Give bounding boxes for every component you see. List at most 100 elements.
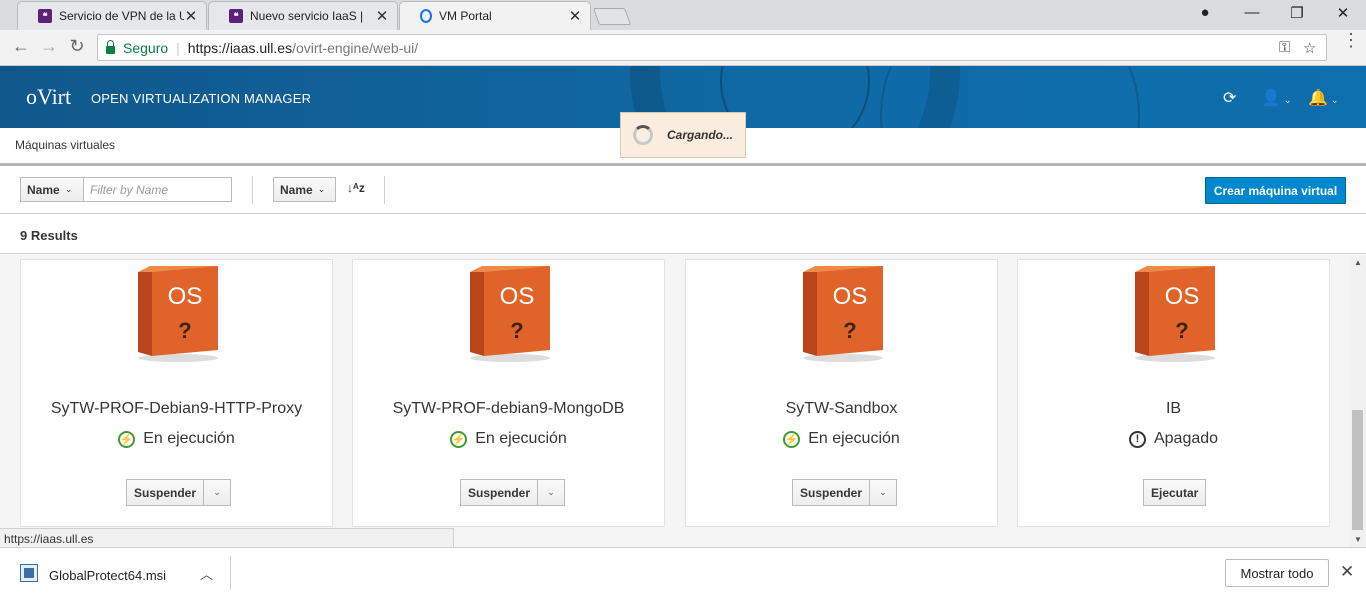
close-tab-icon[interactable]: ✕ <box>568 7 582 25</box>
url-separator: | <box>176 39 180 56</box>
vm-status-text: Apagado <box>1153 430 1219 447</box>
os-box-icon: OS ? <box>803 266 883 362</box>
os-box-icon: OS ? <box>470 266 550 362</box>
vm-status-text: En ejecución <box>475 430 567 447</box>
run-button[interactable]: Ejecutar <box>1143 479 1207 506</box>
scroll-up-icon[interactable]: ▲ <box>1354 258 1362 267</box>
spinner-icon <box>633 125 653 145</box>
vm-name[interactable]: SyTW-PROF-Debian9-HTTP-Proxy <box>21 400 332 418</box>
vm-card[interactable]: OS ? IB ! Apagado Ejecutar <box>1017 259 1330 527</box>
address-bar: ← → ↻ Seguro | https://iaas.ull.es /ovir… <box>0 30 1366 66</box>
suspend-button[interactable]: Suspender <box>461 480 539 505</box>
vm-status: ⚡ En ejecución <box>686 430 997 448</box>
secure-label: Seguro <box>123 39 169 56</box>
vm-status: ⚡ En ejecución <box>353 430 664 448</box>
minimize-icon[interactable]: — <box>1240 4 1264 21</box>
os-question-mark: ? <box>510 318 523 343</box>
chevron-down-icon[interactable]: ⌄ <box>538 480 564 505</box>
reload-icon[interactable]: ↻ <box>65 36 89 57</box>
os-question-mark: ? <box>1175 318 1188 343</box>
vm-status: ! Apagado <box>1018 430 1329 448</box>
browser-tab-iaas[interactable]: ❝ Nuevo servicio IaaS | ✕ <box>208 1 398 30</box>
os-question-mark: ? <box>178 318 191 343</box>
toolbar-separator <box>384 176 385 204</box>
profile-icon[interactable]: ● <box>1193 4 1217 21</box>
close-download-bar-icon[interactable]: ✕ <box>1340 562 1354 582</box>
download-bar: GlobalProtect64.msi ︿ Mostrar todo ✕ <box>0 547 1366 597</box>
refresh-icon[interactable]: ⟳ <box>1223 88 1236 108</box>
os-box-icon: OS ? <box>138 266 218 362</box>
chevron-down-icon: ⌄ <box>64 184 73 194</box>
os-box-icon: OS ? <box>1135 266 1215 362</box>
chevron-down-icon[interactable]: ⌄ <box>204 480 230 505</box>
user-menu-icon[interactable]: 👤 ⌄ <box>1261 88 1291 108</box>
toolbar: Name ⌄ Name ⌄ ↓ᴬz Crear máquina virtual <box>0 166 1366 214</box>
filter-field-label: Name <box>27 182 60 197</box>
back-icon[interactable]: ← <box>9 36 33 57</box>
browser-tab-strip: ❝ Servicio de VPN de la ULL ✕ ❝ Nuevo se… <box>0 0 1366 30</box>
browser-menu-icon[interactable]: ⋮ <box>1342 31 1360 49</box>
browser-tab-vm-portal[interactable]: VM Portal ✕ <box>399 1 591 30</box>
breadcrumb[interactable]: Máquinas virtuales <box>15 138 115 152</box>
browser-tab-vpn[interactable]: ❝ Servicio de VPN de la ULL ✕ <box>17 1 207 30</box>
tab-title: VM Portal <box>439 9 492 23</box>
vm-portal-favicon-icon <box>420 9 432 23</box>
lock-icon <box>106 39 115 54</box>
window-close-icon[interactable]: ✕ <box>1331 4 1355 22</box>
suspend-button[interactable]: Suspender <box>127 480 205 505</box>
msi-file-icon[interactable] <box>20 564 38 582</box>
vm-name[interactable]: SyTW-PROF-debian9-MongoDB <box>353 400 664 418</box>
loading-text: Cargando... <box>667 128 734 142</box>
scrollbar-thumb[interactable] <box>1352 410 1363 530</box>
os-label: OS <box>500 283 535 310</box>
suspend-split-button[interactable]: Suspender ⌄ <box>126 479 232 506</box>
new-tab-button[interactable] <box>592 8 632 25</box>
sort-field-label: Name <box>280 182 313 197</box>
restore-icon[interactable]: ❐ <box>1285 4 1309 22</box>
running-status-icon: ⚡ <box>118 430 136 448</box>
vm-status-text: En ejecución <box>808 430 900 447</box>
vm-card[interactable]: OS ? SyTW-Sandbox ⚡ En ejecución Suspend… <box>685 259 998 527</box>
os-question-mark: ? <box>843 318 856 343</box>
os-label: OS <box>1165 283 1200 310</box>
chevron-down-icon: ⌄ <box>317 184 326 194</box>
tab-title: Nuevo servicio IaaS | <box>250 9 364 23</box>
ovirt-logo[interactable]: oVirt <box>26 84 71 110</box>
notifications-icon[interactable]: 🔔 ⌄ <box>1308 88 1338 108</box>
close-tab-icon[interactable]: ✕ <box>375 7 389 25</box>
create-vm-button[interactable]: Crear máquina virtual <box>1205 177 1346 204</box>
suspend-split-button[interactable]: Suspender ⌄ <box>792 479 898 506</box>
filter-field-dropdown[interactable]: Name ⌄ <box>20 177 84 202</box>
app-title: OPEN VIRTUALIZATION MANAGER <box>91 91 312 106</box>
bookmark-star-icon[interactable]: ☆ <box>1303 39 1316 57</box>
ull-favicon-icon: ❝ <box>38 9 52 23</box>
filter-input[interactable] <box>83 177 232 202</box>
vm-status-text: En ejecución <box>143 430 235 447</box>
suspend-split-button[interactable]: Suspender ⌄ <box>460 479 566 506</box>
os-label: OS <box>168 283 203 310</box>
download-file-name[interactable]: GlobalProtect64.msi <box>49 568 166 583</box>
vm-name[interactable]: IB <box>1018 400 1329 418</box>
power-off-status-icon: ! <box>1128 430 1146 448</box>
loading-toast: Cargando... <box>620 112 746 158</box>
scroll-down-icon[interactable]: ▼ <box>1354 535 1362 544</box>
show-all-button[interactable]: Mostrar todo <box>1225 559 1329 587</box>
chevron-up-icon[interactable]: ︿ <box>200 564 213 583</box>
running-status-icon: ⚡ <box>783 430 801 448</box>
sort-field-dropdown[interactable]: Name ⌄ <box>273 177 336 202</box>
vm-card[interactable]: OS ? SyTW-PROF-Debian9-HTTP-Proxy ⚡ En e… <box>20 259 333 527</box>
os-label: OS <box>833 283 868 310</box>
vm-card[interactable]: OS ? SyTW-PROF-debian9-MongoDB ⚡ En ejec… <box>352 259 665 527</box>
suspend-button[interactable]: Suspender <box>793 480 871 505</box>
download-separator <box>230 556 231 590</box>
url-field[interactable]: Seguro | https://iaas.ull.es /ovirt-engi… <box>97 34 1327 61</box>
running-status-icon: ⚡ <box>450 430 468 448</box>
sort-alpha-icon[interactable]: ↓ᴬz <box>347 181 365 195</box>
key-icon[interactable]: ⚿ <box>1279 39 1290 56</box>
chevron-down-icon[interactable]: ⌄ <box>870 480 896 505</box>
forward-icon[interactable]: → <box>37 36 61 57</box>
url-path: /ovirt-engine/web-ui/ <box>292 39 419 56</box>
vm-name[interactable]: SyTW-Sandbox <box>686 400 997 418</box>
close-tab-icon[interactable]: ✕ <box>184 7 198 25</box>
results-count: 9 Results <box>0 214 1366 254</box>
